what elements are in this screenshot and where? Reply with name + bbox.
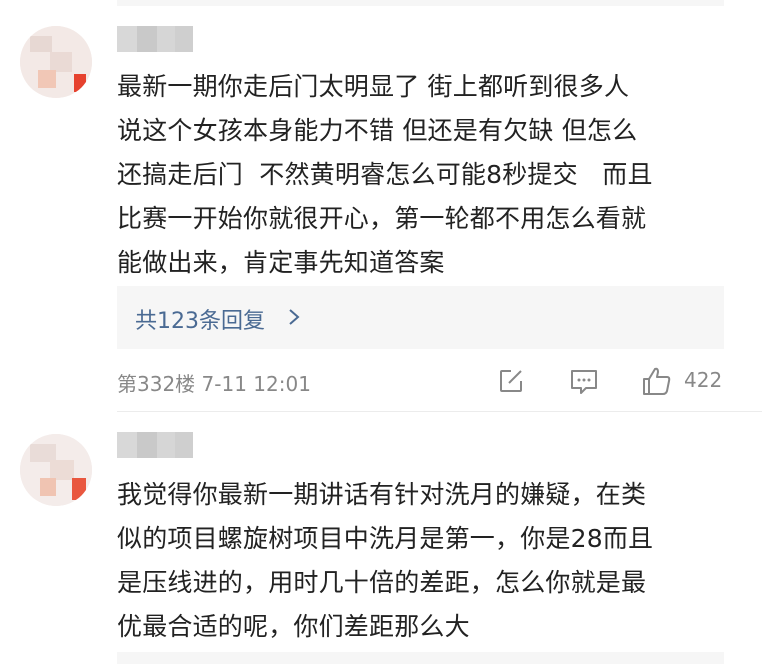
avatar[interactable] [20,434,92,506]
comment-icon[interactable] [569,368,599,396]
replies-panel[interactable]: 共123条回复 [117,286,724,349]
share-icon[interactable] [497,367,525,395]
comment-divider [117,411,762,412]
like-icon[interactable] [641,365,673,397]
replies-link[interactable]: 共123条回复 [135,303,265,335]
chevron-right-icon [289,309,300,325]
previous-comment-panel [117,0,724,6]
floor-and-time: 第332楼 7-11 12:01 [117,372,311,396]
comment-text: 我觉得你最新一期讲话有针对洗月的嫌疑，在类 似的项目螺旋树项目中洗月是第一，你是… [117,480,654,641]
comment-text: 最新一期你走后门太明显了 街上都听到很多人 说这个女孩本身能力不错 但还是有欠缺… [117,72,653,277]
username-blurred[interactable] [117,432,193,458]
like-count: 422 [684,368,723,392]
replies-panel[interactable] [117,652,724,664]
avatar[interactable] [20,26,92,98]
username-blurred[interactable] [117,26,193,52]
